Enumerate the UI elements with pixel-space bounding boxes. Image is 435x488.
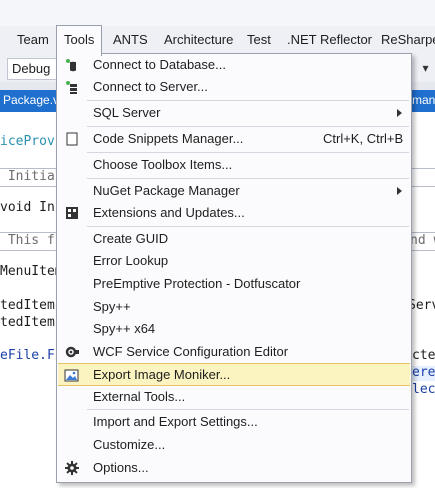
code-line: ere [412, 365, 435, 380]
menu-item-label: Spy++ x64 [93, 321, 156, 336]
menu-item-label: Connect to Server... [93, 79, 208, 94]
menu-item-shortcut: Ctrl+K, Ctrl+B [323, 131, 404, 146]
menu-separator [87, 178, 409, 179]
solution-config-combo[interactable]: Debug [7, 58, 63, 80]
tools-menu: Connect to Database... Connect to Server… [56, 53, 412, 483]
menu-ants[interactable]: ANTS [106, 26, 155, 54]
menu-item-label: SQL Server [93, 105, 161, 120]
menu-item-options[interactable]: Options... [58, 457, 410, 479]
menu-architecture[interactable]: Architecture [157, 26, 240, 54]
menu-item-label: Customize... [93, 437, 166, 452]
menu-team[interactable]: Team [10, 26, 56, 54]
menu-item-connect-server[interactable]: Connect to Server... [58, 76, 410, 98]
menu-net-reflector[interactable]: .NET Reflector [280, 26, 379, 54]
menu-item-export-image-moniker[interactable]: Export Image Moniker... [58, 363, 410, 386]
menu-item-import-export[interactable]: Import and Export Settings... [58, 411, 410, 433]
menu-item-error-lookup[interactable]: Error Lookup [58, 250, 410, 272]
menu-tools[interactable]: Tools [56, 25, 103, 56]
image-icon [64, 369, 79, 382]
menu-item-code-snippets[interactable]: Code Snippets Manager... Ctrl+K, Ctrl+B [58, 128, 410, 150]
menu-item-nuget[interactable]: NuGet Package Manager [58, 180, 410, 202]
menu-item-label: Options... [93, 460, 149, 475]
menu-separator [87, 152, 409, 153]
menu-item-label: Error Lookup [93, 253, 169, 268]
menu-item-customize[interactable]: Customize... [58, 434, 410, 456]
submenu-arrow-icon [397, 187, 402, 195]
tab-manifest[interactable]: mani [410, 90, 435, 110]
menu-separator [87, 126, 409, 127]
menu-bar: Team Tools ANTS Architecture Test .NET R… [0, 25, 435, 56]
menu-item-choose-toolbox[interactable]: Choose Toolbox Items... [58, 154, 410, 176]
menu-item-connect-database[interactable]: Connect to Database... [58, 54, 410, 76]
menu-item-label: Export Image Moniker... [93, 367, 231, 382]
code-line: Initial [0, 169, 63, 184]
menu-item-spy[interactable]: Spy++ [58, 296, 410, 318]
code-line: cte [412, 348, 435, 363]
menu-item-label: PreEmptive Protection - Dotfuscator [93, 276, 301, 291]
code-line: Serv [408, 298, 435, 313]
menu-item-label: NuGet Package Manager [93, 183, 240, 198]
menu-item-label: Create GUID [93, 231, 169, 246]
code-line: nd w [410, 233, 435, 248]
code-line: void Ini [0, 200, 63, 215]
menu-item-label: Connect to Database... [93, 57, 226, 72]
menu-item-label: WCF Service Configuration Editor [93, 344, 289, 359]
menu-item-extensions[interactable]: Extensions and Updates... [58, 202, 410, 224]
menu-item-label: Choose Toolbox Items... [93, 157, 233, 172]
menu-item-label: Extensions and Updates... [93, 205, 245, 220]
submenu-arrow-icon [397, 109, 402, 117]
code-line: tedItems [0, 315, 63, 330]
menu-item-external-tools[interactable]: External Tools... [58, 386, 410, 408]
menu-item-label: Spy++ [93, 299, 131, 314]
menu-item-label: Code Snippets Manager... [93, 131, 244, 146]
checkbox-icon [66, 132, 78, 146]
menu-item-sql-server[interactable]: SQL Server [58, 102, 410, 124]
extensions-icon [66, 207, 78, 219]
menu-item-spy-x64[interactable]: Spy++ x64 [58, 318, 410, 340]
code-line: eFile.Fi [0, 348, 63, 363]
menu-separator [87, 226, 409, 227]
menu-item-create-guid[interactable]: Create GUID [58, 228, 410, 250]
gear-icon [65, 461, 79, 475]
menu-item-label: External Tools... [93, 389, 186, 404]
menu-item-dotfuscator[interactable]: PreEmptive Protection - Dotfuscator [58, 273, 410, 295]
menu-separator [87, 100, 409, 101]
menu-item-wcf-config[interactable]: WCF Service Configuration Editor [58, 341, 410, 363]
code-line: lec [412, 382, 435, 397]
code-line: This fu [0, 233, 63, 248]
database-icon [66, 59, 76, 72]
menu-resharper[interactable]: ReSharper [374, 26, 435, 54]
code-line: tedItems [0, 298, 63, 313]
server-icon [66, 81, 77, 94]
menu-test[interactable]: Test [240, 26, 278, 54]
toolbar-dropdown-icon[interactable]: ▾ [416, 58, 435, 78]
menu-separator [87, 409, 409, 410]
wcf-gear-icon [65, 346, 79, 358]
menu-item-label: Import and Export Settings... [93, 414, 258, 429]
